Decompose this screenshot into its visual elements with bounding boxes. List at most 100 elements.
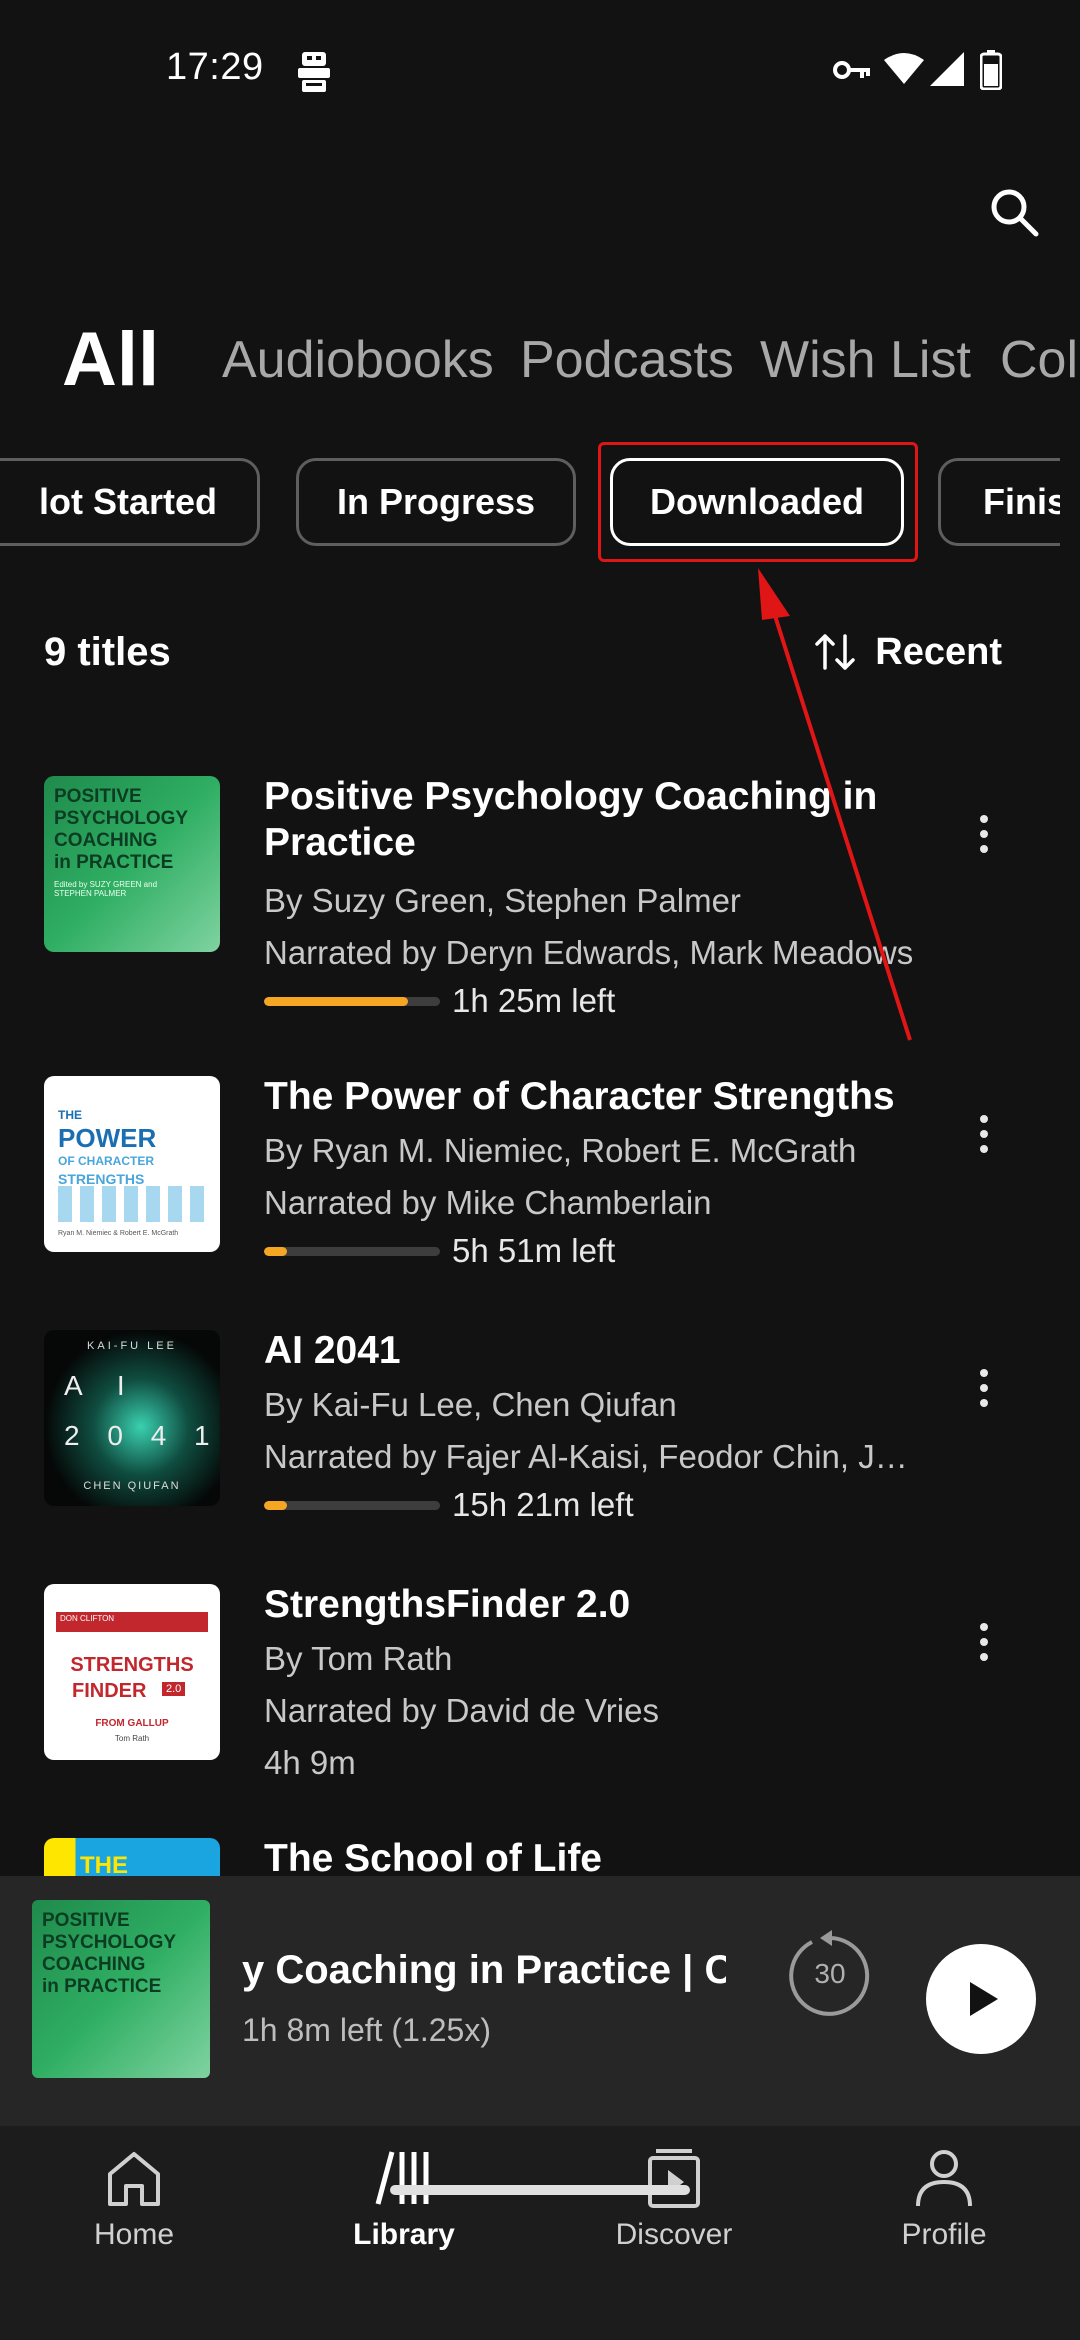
time-left: 15h 21m left — [452, 1486, 634, 1523]
chip-in-progress[interactable]: In Progress — [296, 458, 576, 546]
book-authors: By Tom Rath — [264, 1640, 453, 1677]
bottom-navigation: Home Library Discover Profile — [0, 2126, 1080, 2340]
library-icon — [375, 2151, 429, 2205]
nav-label: Home — [93, 2218, 175, 2251]
cover-text: DON CLIFTON — [56, 1612, 208, 1632]
robot-notification-icon — [298, 52, 330, 92]
cover-text: POWER — [58, 1123, 157, 1153]
book-title: AI 2041 — [264, 1329, 401, 1372]
cover-text: THE — [80, 1852, 128, 1876]
nav-label: Profile — [901, 2218, 987, 2251]
nav-profile[interactable]: Profile — [844, 2146, 1044, 2252]
cover-text: in PRACTICE — [54, 852, 174, 873]
cover-text: in PRACTICE — [42, 1976, 162, 1997]
discover-icon — [648, 2149, 700, 2208]
tab-collections[interactable]: Coll — [1000, 310, 1080, 410]
book-title: The School of Life — [264, 1837, 602, 1876]
cover-text: FROM GALLUP — [95, 1718, 169, 1729]
tab-audiobooks[interactable]: Audiobooks — [222, 310, 494, 410]
skip-seconds-label: 30 — [814, 1958, 846, 1989]
more-options-button[interactable] — [964, 1358, 1004, 1418]
cover-text: PSYCHOLOGY — [54, 808, 189, 829]
filter-chips-viewport: lot Started In Progress Downloaded Finis — [0, 442, 1060, 562]
cover-text: Ryan M. Niemiec & Robert E. McGrath — [58, 1230, 179, 1237]
nav-label: Discover — [615, 2218, 733, 2251]
cover-text: POSITIVE — [42, 1910, 130, 1931]
skip-back-button[interactable]: 30 — [782, 1928, 878, 2024]
profile-icon — [916, 2150, 972, 2207]
book-title: The Power of Character Strengths — [264, 1075, 895, 1118]
home-icon — [108, 2152, 160, 2206]
book-row[interactable]: DON CLIFTON STRENGTHS FINDER 2.0 FROM GA… — [0, 1568, 1080, 1808]
nav-home[interactable]: Home — [34, 2146, 234, 2252]
search-button[interactable] — [982, 180, 1046, 244]
book-cover: POSITIVE PSYCHOLOGY COACHING in PRACTICE… — [44, 776, 220, 952]
cover-text: KAI-FU LEE — [87, 1340, 177, 1352]
mini-player-subtitle: 1h 8m left (1.25x) — [242, 2012, 491, 2048]
more-options-button[interactable] — [964, 1612, 1004, 1672]
cover-text: POSITIVE — [54, 786, 142, 807]
book-narrators: Narrated by David de Vries — [264, 1692, 659, 1729]
mini-player-title: y Coaching in Practice | Cha — [242, 1948, 726, 1992]
book-row[interactable]: THE The School of Life — [0, 1822, 1080, 1876]
progress-bar — [264, 1500, 440, 1510]
book-progress: 1h 25m left — [264, 982, 615, 1020]
more-options-button[interactable] — [964, 1104, 1004, 1164]
status-time: 17:29 — [166, 46, 264, 88]
mini-player-cover: POSITIVE PSYCHOLOGY COACHING in PRACTICE — [32, 1900, 210, 2078]
vpn-key-icon — [833, 61, 870, 79]
tab-podcasts[interactable]: Podcasts — [520, 310, 734, 410]
book-authors: By Ryan M. Niemiec, Robert E. McGrath — [264, 1132, 857, 1169]
tab-all[interactable]: All — [62, 310, 159, 410]
time-left: 5h 51m left — [452, 1232, 616, 1269]
progress-bar — [264, 1246, 440, 1256]
book-progress: 5h 51m left — [264, 1232, 615, 1270]
book-row[interactable]: THE POWER OF CHARACTER STRENGTHS Ryan M.… — [0, 1060, 1080, 1300]
titles-count: 9 titles — [44, 630, 171, 674]
nav-discover[interactable]: Discover — [574, 2146, 774, 2252]
home-indicator — [390, 2185, 690, 2195]
chip-not-started[interactable]: lot Started — [0, 458, 260, 546]
cell-signal-icon — [930, 52, 964, 86]
nav-label: Library — [353, 2218, 455, 2251]
mini-player[interactable]: POSITIVE PSYCHOLOGY COACHING in PRACTICE… — [0, 1876, 1080, 2126]
category-tabs: All Audiobooks Podcasts Wish List Coll — [0, 310, 1080, 410]
annotation-arrow — [758, 568, 912, 1041]
status-bar: 17:29 — [0, 0, 1080, 140]
cover-text: Tom Rath — [114, 1734, 150, 1743]
search-icon — [991, 189, 1039, 237]
cover-text: 2 0 4 1 — [64, 1420, 220, 1451]
cover-text: A I — [64, 1370, 139, 1401]
wifi-icon — [884, 53, 924, 84]
time-left: 1h 25m left — [452, 982, 616, 1019]
cover-text: COACHING — [54, 830, 158, 851]
cover-text: FINDER — [72, 1680, 147, 1702]
cover-text: Edited by SUZY GREEN and STEPHEN PALMER — [54, 880, 158, 898]
book-cover: THE POWER OF CHARACTER STRENGTHS Ryan M.… — [44, 1076, 220, 1252]
book-cover: THE — [44, 1838, 220, 1876]
cover-text: CHEN QIUFAN — [83, 1480, 181, 1492]
play-icon — [970, 1982, 998, 2016]
tab-wish-list[interactable]: Wish List — [760, 310, 971, 410]
cover-text: STRENGTHS — [70, 1654, 194, 1676]
cover-text: THE — [58, 1108, 82, 1122]
chip-finished[interactable]: Finis — [938, 458, 1060, 546]
book-duration: 4h 9m — [264, 1744, 356, 1781]
chip-downloaded[interactable]: Downloaded — [610, 458, 904, 546]
book-cover: KAI-FU LEE A I 2 0 4 1 CHEN QIUFAN — [44, 1330, 220, 1506]
book-row[interactable]: KAI-FU LEE A I 2 0 4 1 CHEN QIUFAN AI 20… — [0, 1314, 1080, 1554]
book-narrators: Narrated by Mike Chamberlain — [264, 1184, 712, 1221]
cover-text: COACHING — [42, 1954, 146, 1975]
filter-chips: lot Started In Progress Downloaded Finis — [0, 442, 1080, 562]
book-progress: 15h 21m left — [264, 1486, 634, 1524]
cover-text: 2.0 — [162, 1682, 186, 1696]
cover-text: OF CHARACTER — [58, 1154, 154, 1168]
book-title: StrengthsFinder 2.0 — [264, 1583, 631, 1626]
book-narrators: Narrated by Fajer Al-Kaisi, Feodor Chin,… — [264, 1438, 924, 1475]
play-button[interactable] — [926, 1944, 1036, 2054]
nav-library[interactable]: Library — [304, 2146, 504, 2252]
progress-bar-fill — [264, 1500, 287, 1510]
book-authors: By Kai-Fu Lee, Chen Qiufan — [264, 1386, 677, 1423]
more-options-button[interactable] — [964, 804, 1004, 864]
cover-text: PSYCHOLOGY — [42, 1932, 177, 1953]
